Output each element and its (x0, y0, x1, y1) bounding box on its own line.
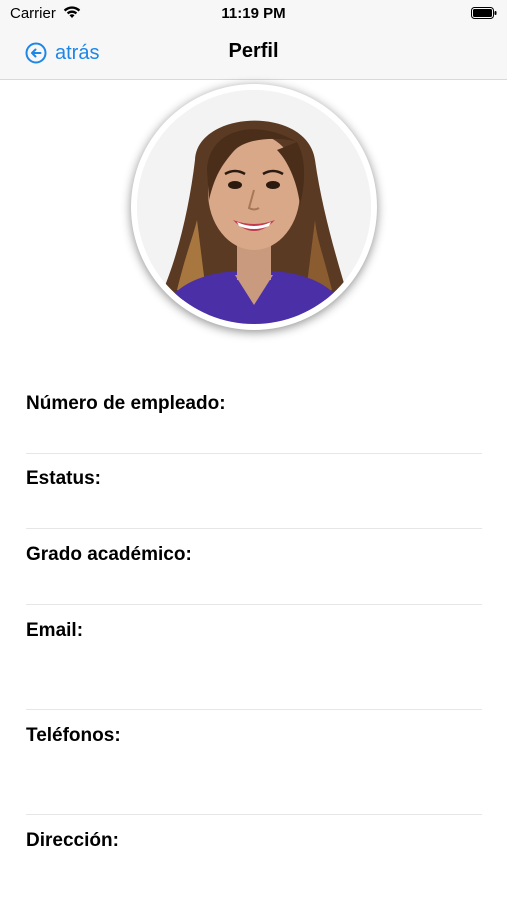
divider (26, 604, 482, 605)
clock: 11:19 PM (221, 5, 286, 22)
battery-icon (471, 7, 497, 19)
divider (26, 709, 482, 710)
divider (26, 453, 482, 454)
page-title: Perfil (228, 40, 279, 62)
email-label: Email: (26, 620, 84, 641)
divider (26, 814, 482, 815)
divider (26, 528, 482, 529)
profile-photo-frame (131, 84, 377, 330)
profile-photo (137, 90, 371, 324)
academic-degree-label: Grado académico: (26, 544, 192, 565)
navigation-bar: atrás Perfil (0, 28, 507, 80)
phones-label: Teléfonos: (26, 725, 121, 746)
status-bar: Carrier 11:19 PM (0, 0, 507, 28)
address-label: Dirección: (26, 830, 119, 851)
status-label: Estatus: (26, 468, 101, 489)
employee-number-label: Número de empleado: (26, 393, 226, 414)
profile-photo-illustration (137, 90, 371, 324)
